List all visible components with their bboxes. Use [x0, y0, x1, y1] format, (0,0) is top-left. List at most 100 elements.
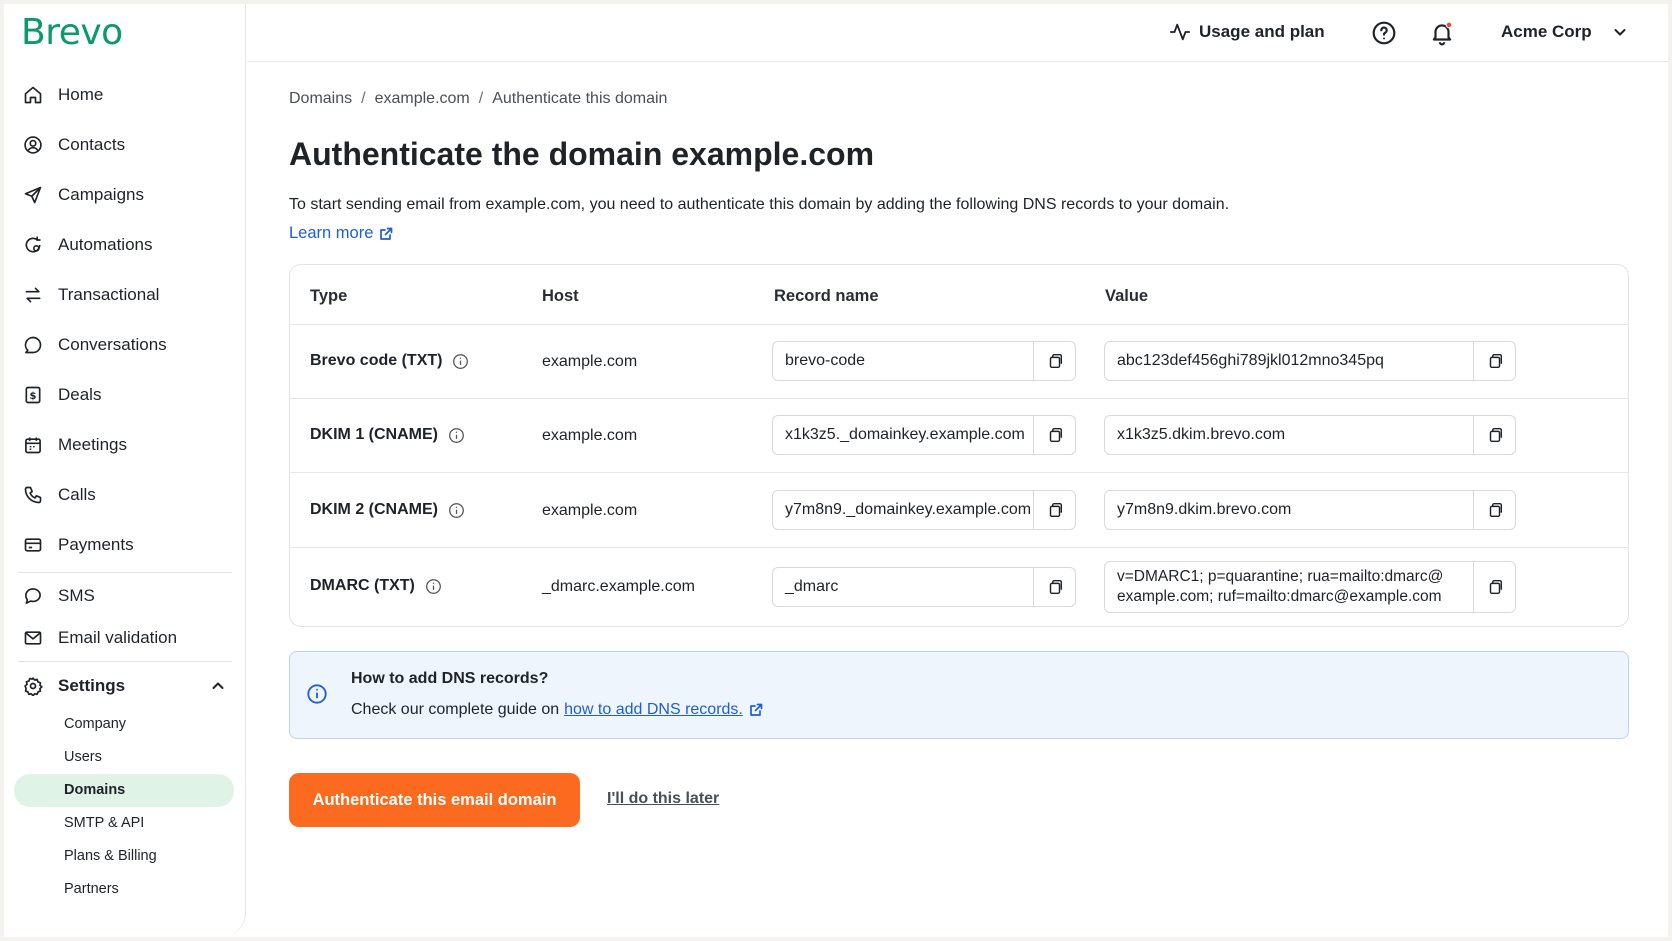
sidebar-item-payments[interactable]: Payments: [4, 520, 246, 570]
calendar-icon: [22, 434, 44, 456]
info-icon[interactable]: [448, 427, 465, 444]
record-name-field: _dmarc: [772, 567, 1076, 607]
svg-text:$: $: [30, 391, 37, 402]
settings-subitem-company[interactable]: Company: [14, 708, 234, 741]
record-name-value[interactable]: brevo-code: [773, 342, 1033, 380]
sidebar-item-settings[interactable]: Settings: [4, 664, 246, 708]
brevo-logo[interactable]: Brevo: [21, 12, 123, 53]
dollar-icon: $: [22, 384, 44, 406]
copy-record-value-button[interactable]: [1473, 562, 1515, 612]
record-host: _dmarc.example.com: [542, 578, 695, 595]
settings-subitem-partners[interactable]: Partners: [14, 873, 234, 906]
copy-record-name-button[interactable]: [1033, 568, 1075, 606]
home-icon: [22, 84, 44, 106]
record-value-value[interactable]: abc123def456ghi789jkl012mno345pq: [1105, 342, 1473, 380]
copy-record-value-button[interactable]: [1473, 416, 1515, 454]
sidebar-item-label: SMS: [58, 586, 95, 605]
table-row: Brevo code (TXT) example.com brevo-code …: [290, 325, 1628, 399]
sidebar-item-label: Payments: [58, 535, 134, 554]
send-icon: [22, 184, 44, 206]
external-link-icon: [380, 227, 393, 240]
sidebar-item-conversations[interactable]: Conversations: [4, 320, 246, 370]
copy-record-name-button[interactable]: [1033, 342, 1075, 380]
card-icon: [22, 534, 44, 556]
sidebar-item-calls[interactable]: Calls: [4, 470, 246, 520]
record-name-value[interactable]: _dmarc: [773, 568, 1033, 606]
bell-icon[interactable]: [1429, 20, 1455, 46]
sidebar-item-contacts[interactable]: Contacts: [4, 120, 246, 170]
sms-icon: [22, 585, 44, 607]
copy-record-value-button[interactable]: [1473, 342, 1515, 380]
record-type-label: Brevo code (TXT): [310, 352, 443, 369]
record-type: DKIM 1 (CNAME): [310, 426, 465, 444]
learn-more-label: Learn more: [289, 224, 374, 242]
record-name-value[interactable]: y7m8n9._domainkey.example.com: [773, 491, 1033, 529]
sidebar-item-meetings[interactable]: Meetings: [4, 420, 246, 470]
info-icon[interactable]: [452, 353, 469, 370]
settings-subitem-users[interactable]: Users: [14, 741, 234, 774]
chevron-up-icon[interactable]: [210, 678, 226, 694]
copy-record-name-button[interactable]: [1033, 491, 1075, 529]
record-type: Brevo code (TXT): [310, 352, 469, 370]
info-icon[interactable]: [425, 578, 442, 595]
record-value-field: abc123def456ghi789jkl012mno345pq: [1104, 341, 1516, 381]
header-host: Host: [542, 287, 579, 305]
record-name-field: brevo-code: [772, 341, 1076, 381]
sidebar-item-automations[interactable]: Automations: [4, 220, 246, 270]
page-title: Authenticate the domain example.com: [289, 136, 875, 172]
record-type: DKIM 2 (CNAME): [310, 501, 465, 519]
dns-guide-link[interactable]: how to add DNS records.: [564, 701, 743, 719]
sidebar-item-label: Home: [58, 85, 104, 104]
help-icon[interactable]: [1371, 20, 1397, 46]
learn-more-link[interactable]: Learn more: [289, 224, 394, 243]
settings-subitem-smtp-api[interactable]: SMTP & API: [14, 807, 234, 840]
record-value-value[interactable]: v=DMARC1; p=quarantine; rua=mailto:dmarc…: [1105, 562, 1473, 612]
breadcrumb-domains[interactable]: Domains: [289, 90, 352, 108]
record-host: example.com: [542, 427, 638, 444]
record-name-value[interactable]: x1k3z5._domainkey.example.com: [773, 416, 1033, 454]
copy-icon: [1049, 502, 1062, 518]
sidebar-item-campaigns[interactable]: Campaigns: [4, 170, 246, 220]
sidebar-item-label: Conversations: [58, 335, 167, 354]
contacts-icon: [22, 134, 44, 156]
settings-subitem-domains[interactable]: Domains: [14, 774, 234, 807]
copy-record-name-button[interactable]: [1033, 416, 1075, 454]
sidebar-item-home[interactable]: Home: [4, 70, 246, 120]
table-row: DKIM 2 (CNAME) example.com y7m8n9._domai…: [290, 473, 1628, 548]
sidebar-item-label: Campaigns: [58, 185, 144, 204]
callout-body: Check our complete guide on how to add D…: [351, 701, 764, 719]
sidebar-item-transactional[interactable]: Transactional: [4, 270, 246, 320]
copy-icon: [1049, 579, 1062, 595]
record-name-field: y7m8n9._domainkey.example.com: [772, 490, 1076, 530]
info-icon[interactable]: [448, 502, 465, 519]
record-value-value[interactable]: x1k3z5.dkim.brevo.com: [1105, 416, 1473, 454]
transfer-icon: [22, 284, 44, 306]
table-header: Type Host Record name Value: [290, 265, 1628, 325]
sidebar-item-sms[interactable]: SMS: [4, 575, 246, 617]
account-menu[interactable]: Acme Corp: [1501, 22, 1628, 42]
account-name: Acme Corp: [1501, 22, 1592, 41]
sidebar-divider: [18, 661, 232, 662]
record-value-field: v=DMARC1; p=quarantine; rua=mailto:dmarc…: [1104, 561, 1516, 613]
record-value-field: y7m8n9.dkim.brevo.com: [1104, 490, 1516, 530]
copy-record-value-button[interactable]: [1473, 491, 1515, 529]
authenticate-domain-button[interactable]: Authenticate this email domain: [289, 773, 580, 827]
breadcrumb-separator: /: [478, 90, 484, 107]
record-type-label: DMARC (TXT): [310, 577, 415, 594]
settings-subitem-plans-billing[interactable]: Plans & Billing: [14, 840, 234, 873]
phone-icon: [22, 484, 44, 506]
usage-and-plan-button[interactable]: Usage and plan: [1169, 21, 1325, 43]
header-record-name: Record name: [774, 287, 879, 305]
copy-icon: [1489, 427, 1502, 443]
copy-icon: [1049, 353, 1062, 369]
dns-records-table: Type Host Record name Value Brevo code (…: [289, 264, 1629, 627]
sidebar-item-label: Deals: [58, 385, 102, 404]
breadcrumb-domain[interactable]: example.com: [375, 90, 470, 108]
sidebar-item-email-validation[interactable]: Email validation: [4, 617, 246, 659]
sidebar-item-label: Contacts: [58, 135, 126, 154]
sidebar-item-deals[interactable]: $ Deals: [4, 370, 246, 420]
record-value-value[interactable]: y7m8n9.dkim.brevo.com: [1105, 491, 1473, 529]
do-this-later-link[interactable]: I'll do this later: [607, 790, 719, 808]
header-value: Value: [1105, 287, 1149, 305]
record-host: example.com: [542, 353, 638, 370]
